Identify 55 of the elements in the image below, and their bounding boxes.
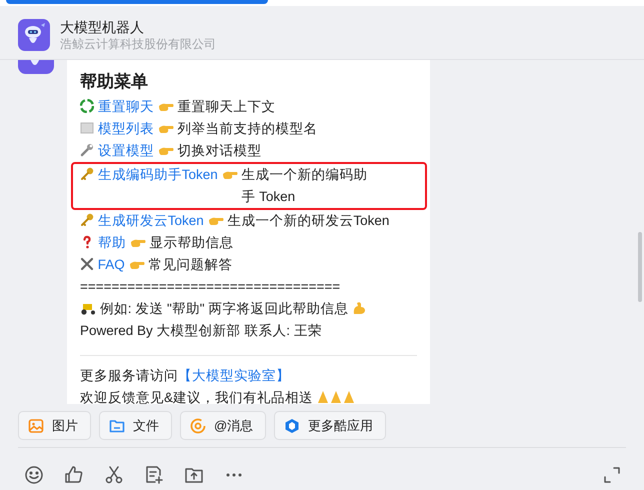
menu-heading: 帮助菜单 xyxy=(80,71,149,93)
lab-link[interactable]: 【大模型实验室】 xyxy=(178,368,290,383)
command-link[interactable]: 模型列表 xyxy=(98,121,154,136)
flexed-arm-icon xyxy=(352,301,366,315)
image-icon xyxy=(28,418,44,434)
bot-name: 大模型机器人 xyxy=(60,18,145,36)
command-link[interactable]: 生成研发云Token xyxy=(98,213,204,228)
command-link[interactable]: 生成编码助手Token xyxy=(98,167,218,182)
command-description: 生成一个新的研发云Token xyxy=(227,213,390,228)
key-icon xyxy=(80,213,94,227)
key-icon xyxy=(80,167,94,181)
command-description: 重置聊天上下文 xyxy=(177,99,276,114)
command-description: 显示帮助信息 xyxy=(149,235,234,250)
separator-line: ================================= xyxy=(80,278,342,296)
thumbs-up-icon[interactable] xyxy=(65,466,83,484)
image-button[interactable]: 图片 xyxy=(18,411,91,440)
service-text: 更多服务请访问【大模型实验室】 xyxy=(80,368,290,383)
company-name: 浩鲸云计算科技股份有限公司 xyxy=(60,36,216,52)
cube-icon xyxy=(284,418,300,434)
scissors-icon[interactable] xyxy=(105,466,123,484)
command-link[interactable]: 设置模型 xyxy=(98,143,154,158)
tractor-icon xyxy=(80,301,96,315)
pointing-hand-icon xyxy=(130,237,146,249)
pointing-hand-icon xyxy=(158,123,174,135)
command-description: 列举当前支持的模型名 xyxy=(177,121,318,136)
expand-icon[interactable] xyxy=(604,467,620,483)
command-description: 常见问题解答 xyxy=(148,257,232,272)
pointing-hand-icon xyxy=(208,215,224,227)
pointing-hand-icon xyxy=(222,169,238,181)
tools-icon xyxy=(80,257,94,271)
recycle-icon xyxy=(80,99,94,113)
robot-avatar-icon xyxy=(18,19,50,51)
command-description: 生成一个新的编码助手 Token xyxy=(241,166,368,206)
folder-button[interactable]: 文件 xyxy=(99,411,172,440)
apps-button[interactable]: 更多酷应用 xyxy=(274,411,386,440)
command-description: 切换对话模型 xyxy=(177,143,262,158)
wrench-icon xyxy=(80,143,94,157)
note-add-icon[interactable] xyxy=(145,466,163,484)
scrollbar[interactable] xyxy=(638,232,642,302)
praying-hands-icon xyxy=(316,390,357,404)
folder-icon xyxy=(109,418,125,434)
emoji-icon[interactable] xyxy=(25,466,43,484)
powered-by-text: Powered By 大模型创新部 联系人: 王荣 xyxy=(80,322,323,340)
upload-icon[interactable] xyxy=(185,466,203,484)
pointing-hand-icon xyxy=(158,145,174,157)
command-link[interactable]: 帮助 xyxy=(98,235,126,250)
command-link[interactable]: FAQ xyxy=(98,257,125,272)
command-link[interactable]: 重置聊天 xyxy=(98,99,154,114)
pointing-hand-icon xyxy=(158,101,174,113)
at-sign-icon xyxy=(190,418,206,434)
book-icon xyxy=(80,121,94,135)
pointing-hand-icon xyxy=(128,259,145,271)
example-text: 例如: 发送 "帮助" 两字将返回此帮助信息 xyxy=(100,301,348,316)
mention-button[interactable]: @消息 xyxy=(180,411,266,440)
feedback-text: 欢迎反馈意见&建议，我们有礼品相送 xyxy=(80,390,314,404)
